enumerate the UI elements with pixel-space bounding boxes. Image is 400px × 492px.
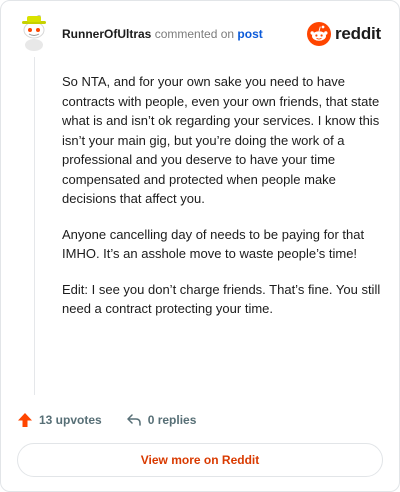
view-more-on-reddit-button[interactable]: View more on Reddit bbox=[17, 443, 383, 477]
comment-header: RunnerOfUltras commented on post reddit bbox=[19, 15, 383, 55]
comment-paragraph: Anyone cancelling day of needs to be pay… bbox=[62, 226, 365, 262]
username-link[interactable]: RunnerOfUltras bbox=[62, 27, 151, 41]
comment-paragraph: Edit: I see you don’t charge friends. Th… bbox=[62, 281, 381, 317]
reddit-brand[interactable]: reddit bbox=[306, 21, 381, 47]
upvote-count: 13 upvotes bbox=[39, 413, 102, 427]
byline: RunnerOfUltras commented on post bbox=[62, 27, 263, 41]
commented-on-text: commented on bbox=[154, 27, 235, 41]
reddit-embed-card: RunnerOfUltras commented on post reddit … bbox=[0, 0, 400, 492]
reddit-wordmark: reddit bbox=[334, 24, 381, 43]
comment-actions: 13 upvotes 0 replies bbox=[17, 409, 196, 431]
thread-line bbox=[34, 57, 35, 395]
reddit-logo-icon bbox=[306, 22, 331, 46]
avatar[interactable] bbox=[19, 15, 49, 51]
replies-button[interactable]: 0 replies bbox=[126, 412, 197, 428]
upvote-button[interactable]: 13 upvotes bbox=[17, 412, 102, 428]
comment-paragraph: So NTA, and for your own sake you need t… bbox=[62, 74, 380, 206]
post-link[interactable]: post bbox=[237, 27, 262, 41]
comment-body: So NTA, and for your own sake you need t… bbox=[62, 72, 382, 335]
snoo-avatar-icon bbox=[22, 15, 46, 51]
reply-arrow-icon bbox=[126, 414, 141, 426]
upvote-arrow-icon bbox=[18, 413, 32, 427]
replies-count: 0 replies bbox=[147, 413, 197, 427]
